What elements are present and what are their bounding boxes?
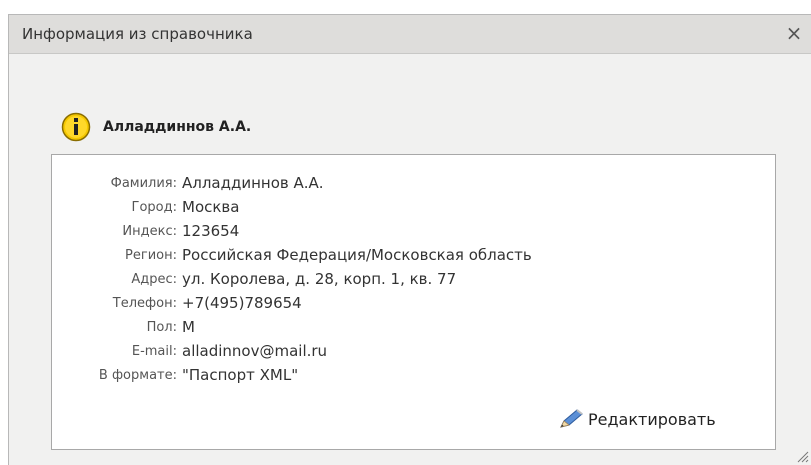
field-label: В формате: <box>98 367 177 383</box>
dialog-title: Информация из справочника <box>22 25 253 43</box>
edit-button-label: Редактировать <box>588 409 716 429</box>
field-label: Индекс: <box>122 223 177 239</box>
field-label: Фамилия: <box>110 175 177 191</box>
reference-info-dialog: Информация из справочника × Алладдиннов … <box>8 14 811 465</box>
field-label: Пол: <box>146 319 177 335</box>
field-row-index: Индекс: 123654 <box>52 219 532 243</box>
field-list: Фамилия: Алладдиннов А.А. Город: Москва … <box>52 171 532 387</box>
field-row-region: Регион: Российская Федерация/Московская … <box>52 243 532 267</box>
field-label: Телефон: <box>112 295 177 311</box>
field-label: Регион: <box>125 247 177 263</box>
field-label: Адрес: <box>131 271 177 287</box>
person-name: Алладдиннов А.А. <box>103 119 252 135</box>
field-row-address: Адрес: ул. Королева, д. 28, корп. 1, кв.… <box>52 267 532 291</box>
field-row-surname: Фамилия: Алладдиннов А.А. <box>52 171 532 195</box>
field-label: Город: <box>131 199 177 215</box>
field-value: М <box>182 318 195 336</box>
field-value: Российская Федерация/Московская область <box>182 246 532 264</box>
field-row-email: E-mail: alladinnov@mail.ru <box>52 339 532 363</box>
field-value: Москва <box>182 198 240 216</box>
edit-button[interactable]: Редактировать <box>552 402 766 436</box>
field-row-phone: Телефон: +7(495)789654 <box>52 291 532 315</box>
field-value: +7(495)789654 <box>182 294 302 312</box>
field-value: ул. Королева, д. 28, корп. 1, кв. 77 <box>182 270 457 288</box>
details-panel: Фамилия: Алладдиннов А.А. Город: Москва … <box>51 154 776 450</box>
field-label: E-mail: <box>131 343 177 359</box>
field-row-city: Город: Москва <box>52 195 532 219</box>
close-icon[interactable]: × <box>783 21 805 45</box>
field-row-format: В формате: "Паспорт XML" <box>52 363 532 387</box>
field-value: alladinnov@mail.ru <box>182 342 328 360</box>
dialog-titlebar[interactable]: Информация из справочника × <box>9 15 811 54</box>
field-value: "Паспорт XML" <box>182 366 299 384</box>
person-header: Алладдиннов А.А. <box>61 110 251 144</box>
field-value: 123654 <box>182 222 240 240</box>
field-value: Алладдиннов А.А. <box>182 174 324 192</box>
field-row-gender: Пол: М <box>52 315 532 339</box>
info-icon <box>61 112 91 142</box>
pencil-icon <box>560 409 583 428</box>
resize-grip-icon[interactable] <box>795 449 809 463</box>
